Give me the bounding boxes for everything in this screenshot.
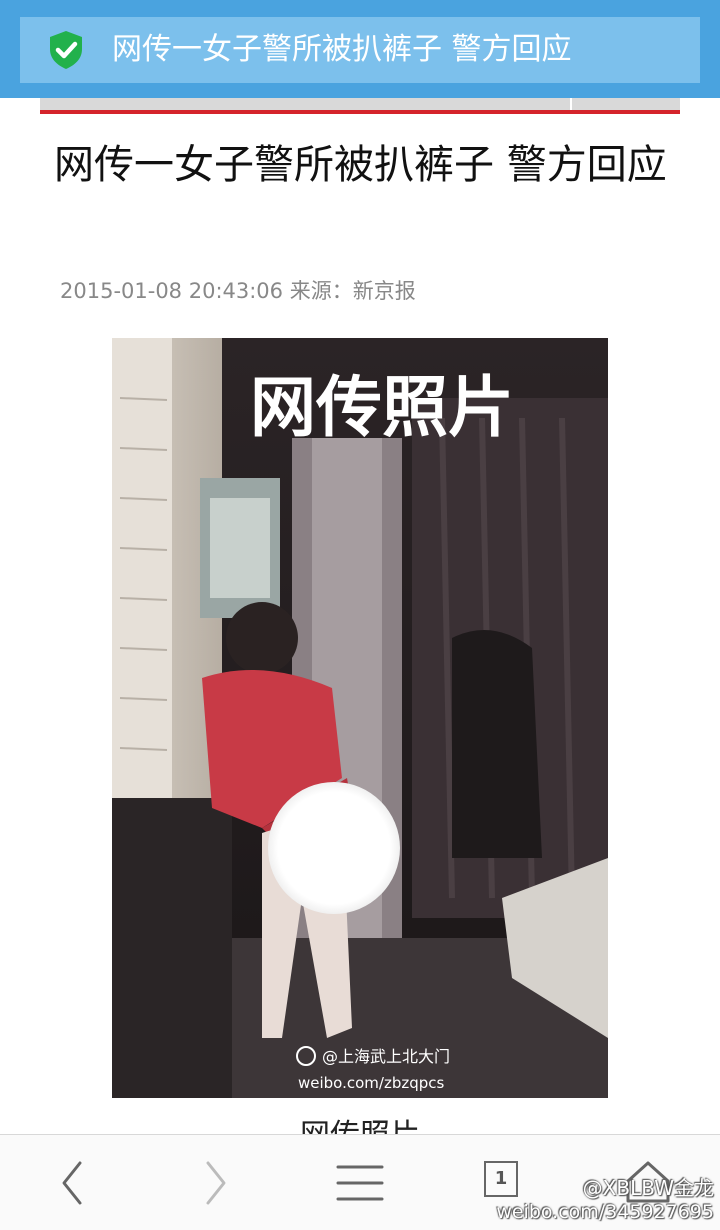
shield-check-icon	[47, 30, 85, 70]
article-photo[interactable]: 网传照片 @上海武上北大门 weibo.com/zbzqpcs	[112, 338, 608, 1098]
browser-toolbar: 网传一女子警所被扒裤子 警方回应	[0, 0, 720, 98]
tab-divider	[570, 98, 572, 110]
source-name: 新京报	[352, 279, 416, 303]
publish-date: 2015-01-08 20:43:06	[60, 279, 284, 303]
menu-button[interactable]	[310, 1135, 410, 1230]
watermark-url: weibo.com/345927695	[496, 1201, 714, 1223]
back-button[interactable]	[22, 1135, 122, 1230]
photo-overlay-title: 网传照片	[250, 369, 514, 446]
weibo-watermark: @XBLBW金龙 weibo.com/345927695	[496, 1176, 714, 1224]
photo-credit-url: weibo.com/zbzqpcs	[298, 1074, 445, 1092]
chevron-right-icon	[206, 1161, 226, 1205]
source-label: 来源：	[289, 279, 353, 303]
tab-strip	[40, 98, 680, 110]
hamburger-menu-icon	[336, 1165, 384, 1201]
article-headline: 网传一女子警所被扒裤子 警方回应	[54, 142, 667, 188]
forward-button[interactable]	[166, 1135, 266, 1230]
address-bar[interactable]: 网传一女子警所被扒裤子 警方回应	[20, 17, 700, 83]
accent-divider	[40, 110, 680, 114]
watermark-handle: @XBLBW金龙	[582, 1176, 714, 1200]
article-meta: 2015-01-08 20:43:06 来源：新京报	[60, 276, 416, 306]
browser-window: 网传一女子警所被扒裤子 警方回应 网传一女子警所被扒裤子 警方回应 2015-0…	[0, 0, 720, 1230]
chevron-left-icon	[62, 1161, 82, 1205]
page-title-in-address-bar: 网传一女子警所被扒裤子 警方回应	[112, 32, 572, 67]
photo-credit-handle: @上海武上北大门	[322, 1047, 450, 1066]
